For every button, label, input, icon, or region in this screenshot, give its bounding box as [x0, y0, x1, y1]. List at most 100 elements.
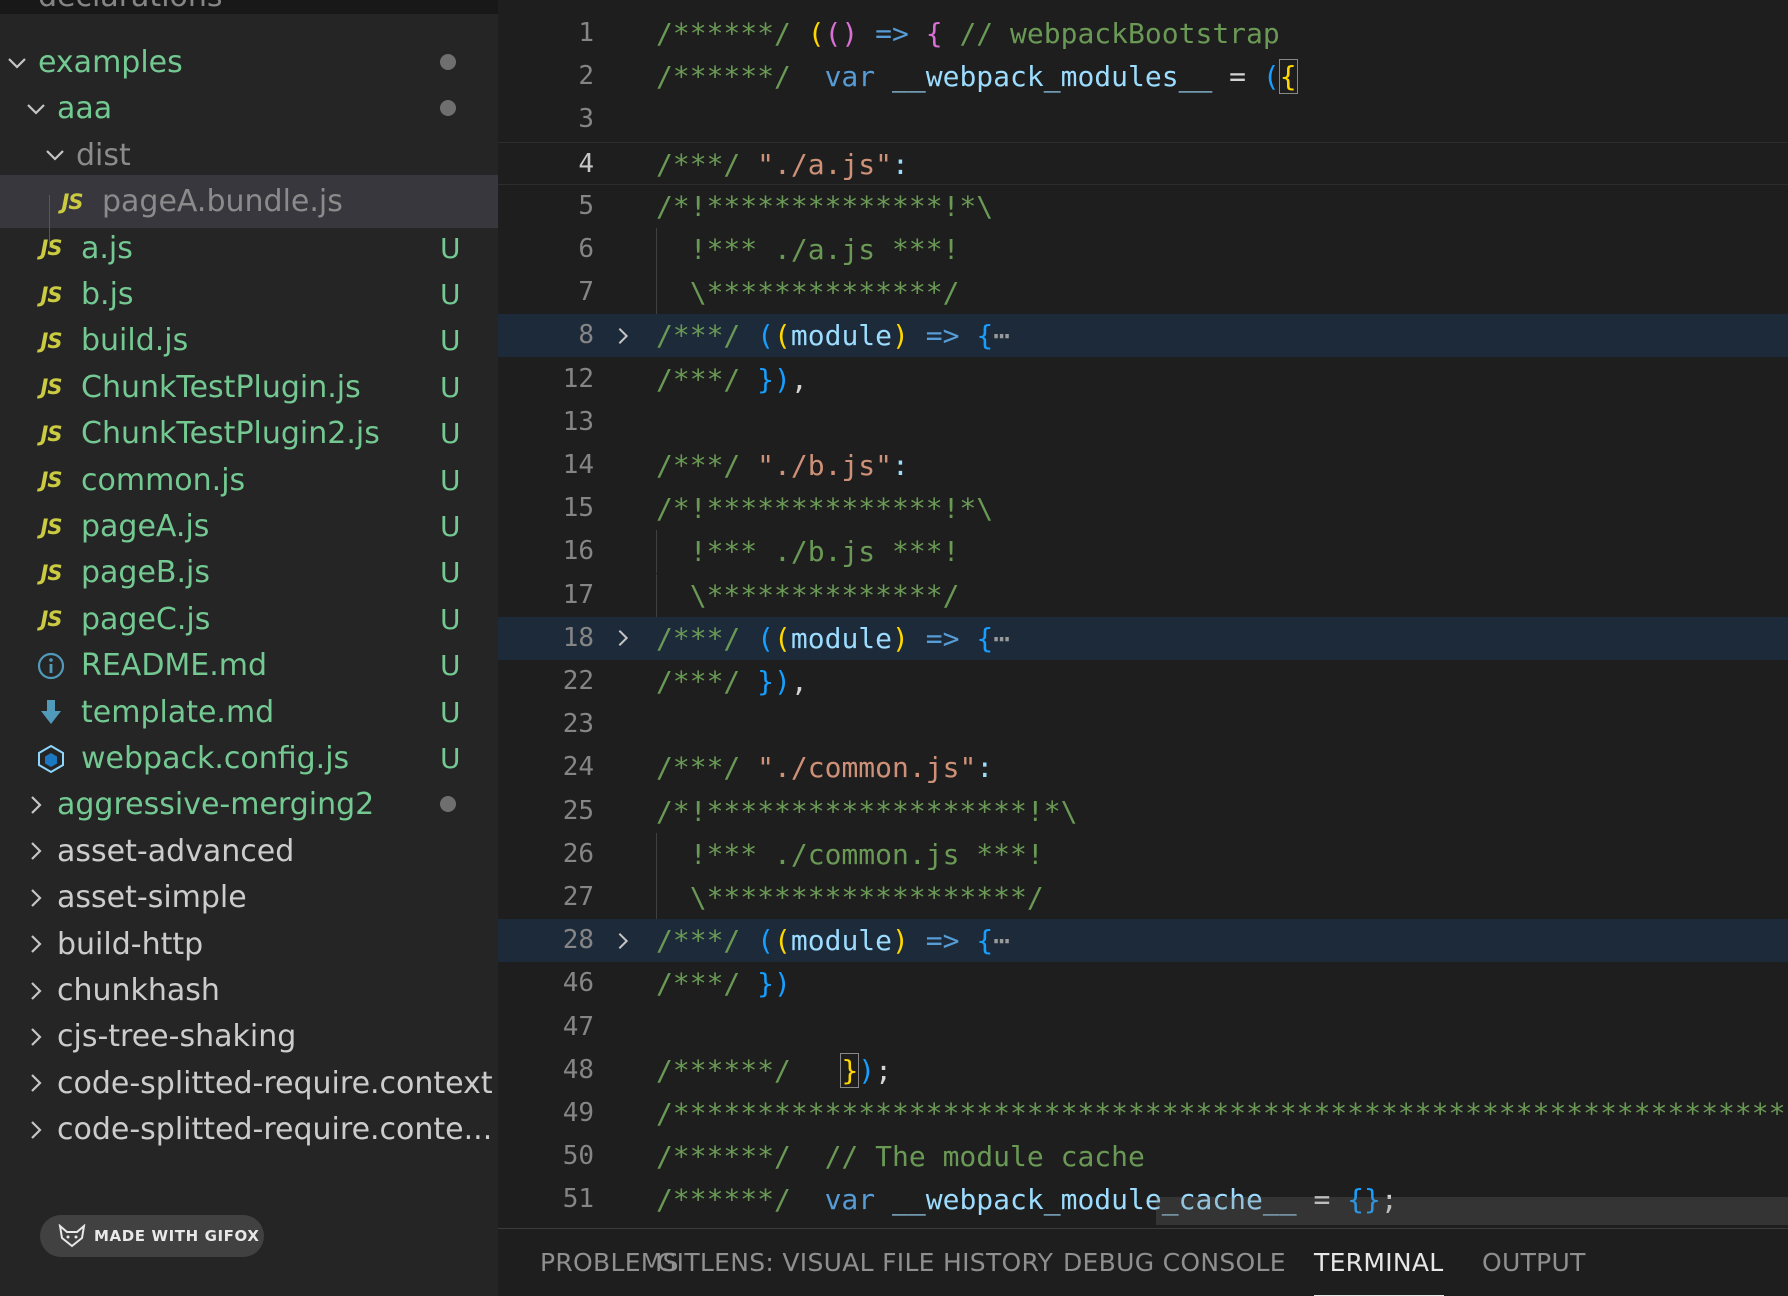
javascript-file-icon: JS: [40, 421, 63, 446]
code-token: /***/: [656, 362, 758, 396]
javascript-file-icon: JS: [40, 607, 63, 632]
code-line[interactable]: 27 \*******************/: [498, 876, 1788, 919]
tree-file-pagec-js[interactable]: JS pageC.js U: [0, 593, 498, 646]
git-untracked-badge: U: [440, 370, 461, 404]
git-untracked-badge: U: [440, 324, 461, 358]
tree-file-chunktestplugin2-js[interactable]: JS ChunkTestPlugin2.js U: [0, 407, 498, 460]
tree-item-label: cjs-tree-shaking: [57, 1019, 297, 1055]
tree-folder-examples[interactable]: examples: [0, 36, 498, 89]
code-text: \**************/: [656, 574, 960, 617]
code-line[interactable]: 46 /***/ }): [498, 962, 1788, 1005]
code-line[interactable]: 28/***/ ((module) => {⋯: [498, 919, 1788, 963]
tree-file-readme-md[interactable]: README.md U: [0, 639, 498, 692]
chevron-right-icon[interactable]: [22, 964, 50, 1017]
tree-file-template-md[interactable]: template.md U: [0, 686, 498, 739]
panel-tab-terminal[interactable]: TERMINAL: [1314, 1229, 1444, 1296]
tree-file-build-js[interactable]: JS build.js U: [0, 314, 498, 367]
tree-folder-code-splitted-require-conte[interactable]: code-splitted-require.conte...: [0, 1103, 498, 1156]
code-line[interactable]: 5 /*!**************!*\: [498, 185, 1788, 228]
code-line[interactable]: 23: [498, 703, 1788, 746]
tree-folder-code-splitted-require-context[interactable]: code-splitted-require.context: [0, 1057, 498, 1110]
code-line[interactable]: 6 !*** ./a.js ***!: [498, 228, 1788, 271]
tree-folder-dist[interactable]: dist: [0, 129, 498, 182]
fold-chevron-icon[interactable]: [610, 314, 636, 357]
chevron-down-icon[interactable]: [22, 82, 50, 135]
line-number: 2: [578, 61, 594, 92]
modified-dot-indicator: [440, 100, 456, 117]
code-line[interactable]: 16 !*** ./b.js ***!: [498, 530, 1788, 574]
code-text: /***/ }): [656, 962, 791, 1005]
line-number: 15: [562, 493, 594, 524]
code-line[interactable]: 7 \**************/: [498, 271, 1788, 315]
code-line[interactable]: 3: [498, 98, 1788, 141]
code-text: !*** ./a.js ***!: [656, 228, 960, 271]
horizontal-scrollbar[interactable]: [1156, 1197, 1788, 1225]
chevron-right-icon[interactable]: [22, 1010, 50, 1063]
tree-file-b-js[interactable]: JS b.js U: [0, 268, 498, 321]
tree-item-label: examples: [38, 45, 183, 80]
code-token: }): [757, 362, 791, 396]
code-line[interactable]: 26 !*** ./common.js ***!: [498, 832, 1788, 876]
fold-chevron-icon[interactable]: [610, 919, 636, 962]
code-token: /***************************************…: [656, 1097, 1788, 1130]
code-line[interactable]: 15 /*!**************!*\: [498, 487, 1788, 530]
gifox-badge: MADE WITH GIFOX: [40, 1215, 264, 1257]
code-token: }: [840, 1052, 860, 1088]
code-line[interactable]: 8/***/ ((module) => {⋯: [498, 314, 1788, 358]
code-token: /*!**************!*\: [656, 492, 994, 526]
modified-dot-indicator: [440, 54, 456, 70]
chevron-right-icon[interactable]: [22, 1103, 50, 1156]
code-token: =: [1212, 60, 1263, 94]
panel-tab-output[interactable]: OUTPUT: [1482, 1229, 1586, 1296]
code-line[interactable]: 47: [498, 1006, 1788, 1049]
tree-folder-cjs-tree-shaking[interactable]: cjs-tree-shaking: [0, 1010, 498, 1063]
tree-file-chunktestplugin-js[interactable]: JS ChunkTestPlugin.js U: [0, 361, 498, 414]
tree-file-pagea-js[interactable]: JS pageA.js U: [0, 500, 498, 553]
code-line[interactable]: 50 /******/ // The module cache: [498, 1135, 1788, 1178]
code-line[interactable]: 25 /*!*******************!*\: [498, 790, 1788, 833]
code-line[interactable]: 48 /******/ });: [498, 1049, 1788, 1092]
chevron-right-icon[interactable]: [22, 778, 50, 831]
tree-folder-chunkhash[interactable]: chunkhash: [0, 964, 498, 1017]
chevron-right-icon[interactable]: [22, 825, 50, 878]
line-number: 25: [562, 795, 594, 826]
tree-folder-aggressive-merging2[interactable]: aggressive-merging2: [0, 778, 498, 831]
tree-item-label: pageC.js: [81, 601, 211, 637]
code-token: :: [892, 147, 909, 181]
tree-file-webpack-config-js[interactable]: webpack.config.js U: [0, 732, 498, 785]
chevron-right-icon[interactable]: [22, 918, 50, 971]
tree-folder-asset-advanced[interactable]: asset-advanced: [0, 825, 498, 878]
code-line[interactable]: 14 /***/ "./b.js":: [498, 444, 1788, 487]
panel-tab-debug-console[interactable]: DEBUG CONSOLE: [1063, 1229, 1286, 1296]
tree-file-common-js[interactable]: JS common.js U: [0, 454, 498, 507]
tree-folder-asset-simple[interactable]: asset-simple: [0, 871, 498, 924]
code-line[interactable]: 17 \**************/: [498, 573, 1788, 617]
code-token: module: [790, 621, 893, 655]
chevron-right-icon[interactable]: [22, 1057, 50, 1110]
code-editor[interactable]: 1/******/ (() => { // webpackBootstrap 2/…: [498, 0, 1788, 1228]
code-line[interactable]: 13: [498, 401, 1788, 444]
tree-file-a-js[interactable]: JS a.js U: [0, 222, 498, 275]
code-line[interactable]: 1 /******/ (() => { // webpackBootstrap: [498, 12, 1788, 55]
code-line[interactable]: 18/***/ ((module) => {⋯: [498, 616, 1788, 660]
code-line[interactable]: 22 /***/ }),: [498, 660, 1788, 703]
tree-file-pagea-bundle-js[interactable]: JS pageA.bundle.js: [0, 175, 498, 229]
code-line[interactable]: 2 /******/ var __webpack_modules__ = ({: [498, 55, 1788, 98]
code-line[interactable]: 49 /*************************************…: [498, 1092, 1788, 1135]
code-line[interactable]: 4 /***/ "./a.js":: [498, 141, 1788, 185]
code-token: var: [807, 60, 893, 94]
fold-chevron-icon[interactable]: [610, 617, 636, 660]
tree-file-pageb-js[interactable]: JS pageB.js U: [0, 546, 498, 599]
tree-folder-aaa[interactable]: aaa: [0, 82, 498, 135]
tree-folder-build-http[interactable]: build-http: [0, 918, 498, 971]
git-untracked-badge: U: [440, 649, 461, 683]
code-line[interactable]: 24 /***/ "./common.js":: [498, 746, 1788, 789]
javascript-file-icon: JS: [40, 560, 63, 585]
chevron-down-icon[interactable]: [41, 129, 69, 182]
chevron-right-icon[interactable]: [22, 871, 50, 924]
tree-item-label: b.js: [81, 277, 134, 312]
code-line[interactable]: 12 /***/ }),: [498, 358, 1788, 401]
panel-tab-gitlens-visual-file-history[interactable]: GITLENS: VISUAL FILE HISTORY: [657, 1229, 1053, 1296]
line-number: 13: [562, 406, 594, 437]
chevron-down-icon[interactable]: [3, 36, 31, 89]
